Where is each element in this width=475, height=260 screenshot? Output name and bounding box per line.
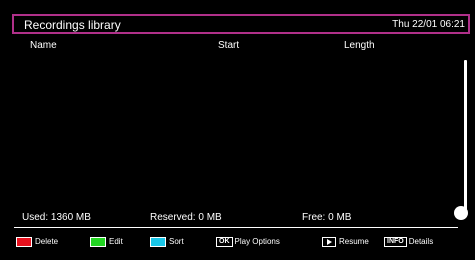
legend-resume[interactable]: Resume	[322, 236, 369, 248]
play-icon	[322, 237, 336, 247]
storage-free: Free: 0 MB	[302, 212, 352, 223]
column-header-length[interactable]: Length	[344, 40, 375, 52]
page-title: Recordings library	[24, 18, 121, 32]
storage-reserved: Reserved: 0 MB	[150, 212, 222, 223]
clock: Thu 22/01 06:21	[392, 19, 465, 30]
legend-resume-label: Resume	[339, 237, 369, 246]
blue-key-icon	[150, 237, 166, 247]
divider	[14, 227, 458, 228]
scrollbar-track[interactable]	[464, 60, 467, 210]
ok-key-icon: OK	[216, 237, 233, 247]
recordings-list[interactable]	[14, 56, 454, 206]
storage-used: Used: 1360 MB	[22, 212, 91, 223]
green-key-icon	[90, 237, 106, 247]
title-bar: Recordings library Thu 22/01 06:21	[12, 14, 470, 34]
legend-edit-label: Edit	[109, 237, 123, 246]
legend-play-options[interactable]: OK Play Options	[216, 236, 280, 248]
legend-details[interactable]: INFO Details	[384, 236, 433, 248]
legend-delete[interactable]: Delete	[16, 236, 58, 248]
legend-edit[interactable]: Edit	[90, 236, 123, 248]
legend-sort-label: Sort	[169, 237, 184, 246]
legend-details-label: Details	[408, 237, 434, 246]
column-header-name[interactable]: Name	[30, 40, 57, 52]
scrollbar-thumb[interactable]	[454, 206, 468, 220]
recordings-library-screen: Recordings library Thu 22/01 06:21 Name …	[0, 0, 475, 260]
legend-delete-label: Delete	[35, 237, 59, 246]
info-key-icon: INFO	[384, 237, 407, 247]
red-key-icon	[16, 237, 32, 247]
legend-play-options-label: Play Options	[234, 237, 280, 246]
column-header-start[interactable]: Start	[218, 40, 239, 52]
legend-sort[interactable]: Sort	[150, 236, 184, 248]
